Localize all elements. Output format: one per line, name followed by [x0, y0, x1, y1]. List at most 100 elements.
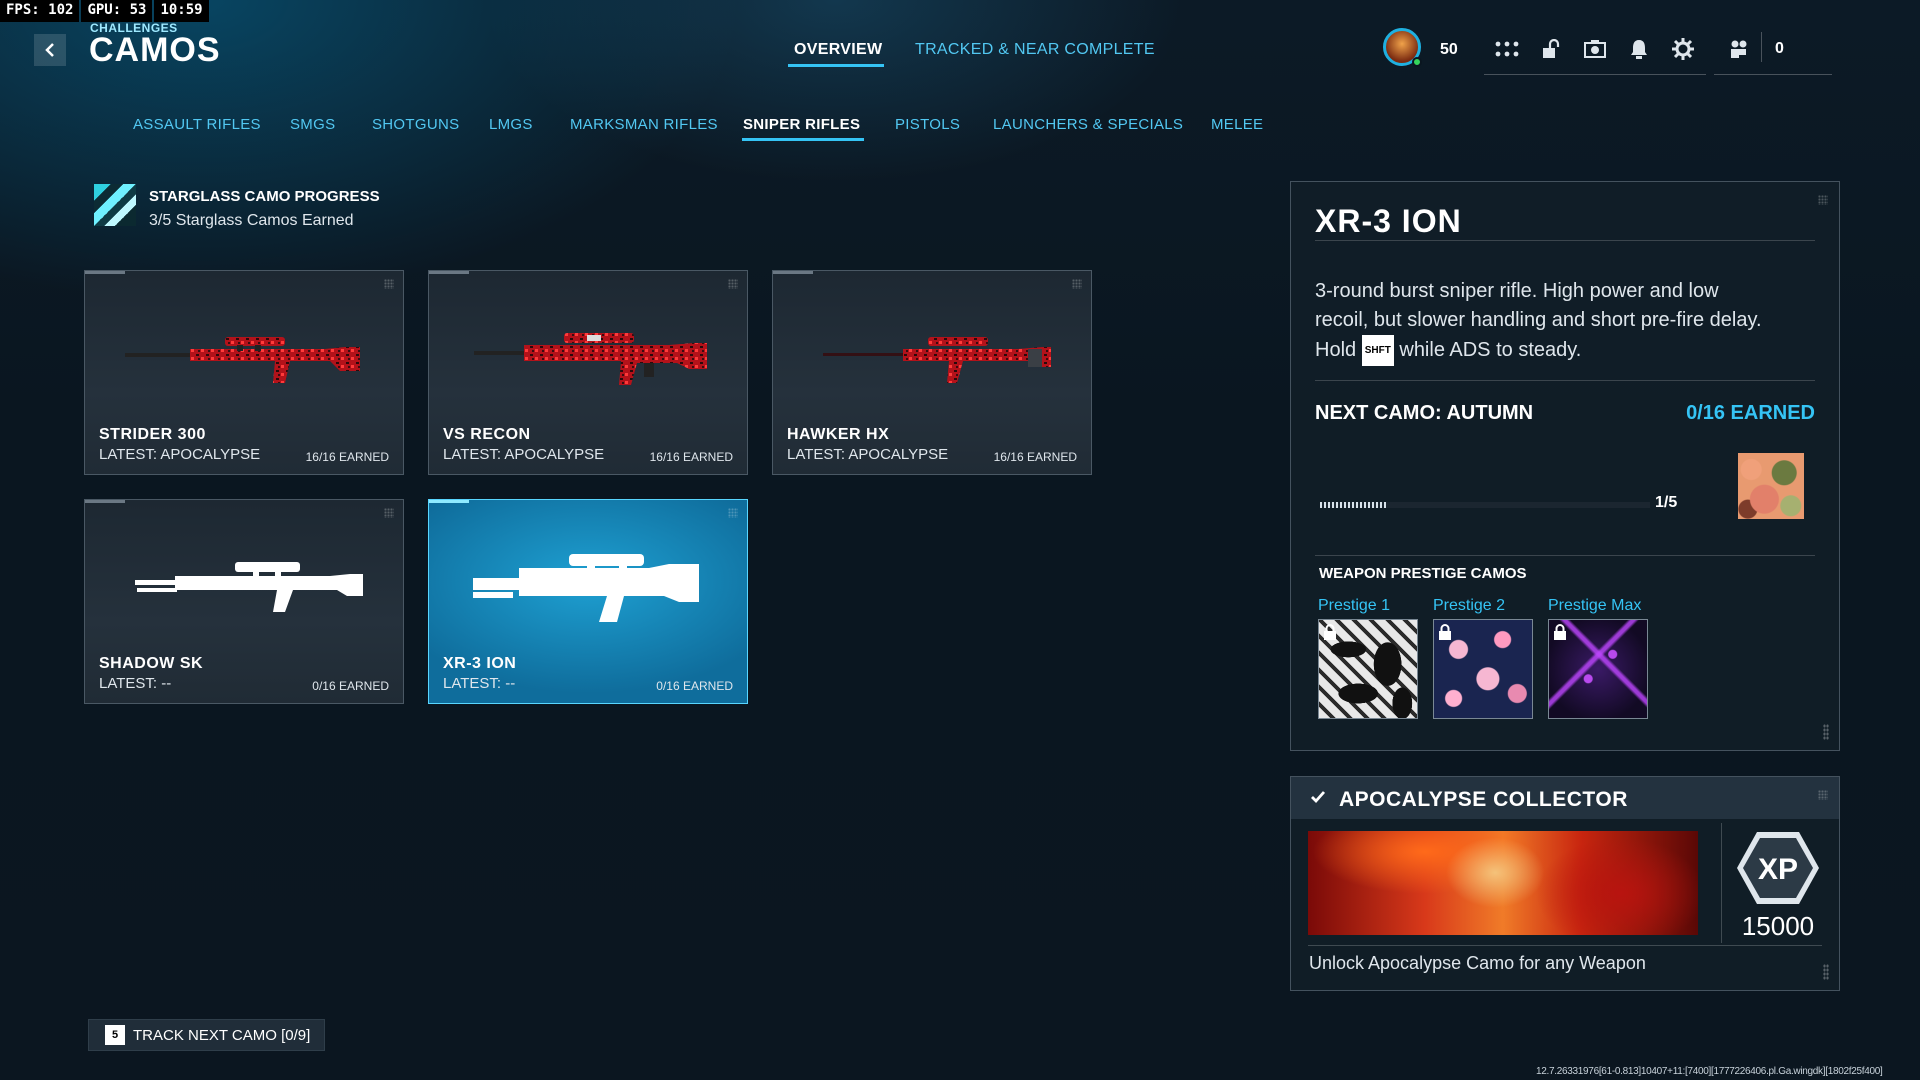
card-corner-mark: [1072, 279, 1082, 289]
unlock-icon[interactable]: [1538, 36, 1564, 62]
tab-overview[interactable]: OVERVIEW: [794, 41, 882, 59]
apps-grid-icon[interactable]: [1494, 36, 1520, 62]
weapon-name: STRIDER 300: [99, 426, 206, 443]
category-shotguns[interactable]: SHOTGUNS: [372, 116, 459, 133]
friends-underline: [1714, 74, 1832, 75]
active-tab-indicator: [788, 64, 884, 67]
detail-weapon-name: XR-3 ION: [1315, 203, 1462, 239]
weapon-latest-camo: LATEST: --: [443, 675, 516, 692]
starglass-camo-icon: [94, 184, 136, 226]
apocalypse-artwork: [1308, 831, 1698, 935]
page-title: CAMOS: [89, 31, 221, 69]
prestige-1-camo-tile[interactable]: [1318, 619, 1418, 719]
weapon-name: XR-3 ION: [443, 655, 517, 672]
tab-tracked-near-complete[interactable]: TRACKED & NEAR COMPLETE: [915, 41, 1155, 59]
card-top-tick: [773, 271, 813, 274]
friends-count: 0: [1775, 40, 1784, 57]
friends-divider: [1761, 32, 1762, 62]
category-lmgs[interactable]: LMGS: [489, 116, 533, 133]
card-corner-mark: [384, 508, 394, 518]
card-corner-mark: [384, 279, 394, 289]
next-camo-earned: 0/16 EARNED: [1686, 402, 1815, 424]
shift-key-icon: SHFT: [1361, 335, 1394, 366]
panel-corner-mark: [1818, 195, 1828, 205]
weapon-earned-count: 16/16 EARNED: [993, 450, 1077, 464]
weapon-card-hawker-hx[interactable]: HAWKER HX LATEST: APOCALYPSE 16/16 EARNE…: [772, 270, 1092, 475]
vs-recon-rifle-image: [474, 333, 707, 385]
panel-resize-grip: [1823, 724, 1829, 740]
panel-resize-grip: [1823, 964, 1829, 980]
card-top-tick: [85, 271, 125, 274]
performance-overlay: FPS: 102 GPU: 53 10:59: [0, 0, 209, 22]
weapon-latest-camo: LATEST: APOCALYPSE: [99, 446, 261, 463]
weapon-card-xr-3-ion[interactable]: XR-3 ION LATEST: -- 0/16 EARNED: [428, 499, 748, 704]
track-next-camo-label: TRACK NEXT CAMO [0/9]: [133, 1026, 311, 1044]
gpu-readout: GPU: 53: [81, 0, 153, 22]
category-pistols[interactable]: PISTOLS: [895, 116, 960, 133]
card-corner-mark: [728, 279, 738, 289]
next-camo-label: NEXT CAMO: AUTUMN: [1315, 402, 1534, 424]
challenge-divider: [1308, 945, 1822, 946]
checkmark-icon: [1311, 791, 1326, 804]
challenge-title: APOCALYPSE COLLECTOR: [1339, 788, 1628, 811]
xr-3-ion-rifle-silhouette: [473, 554, 699, 622]
build-info: 12.7.26331976[61-0.813]10407+11:[7400][1…: [1536, 1066, 1883, 1077]
weapon-name: VS RECON: [443, 426, 531, 443]
category-melee[interactable]: MELEE: [1211, 116, 1263, 133]
lock-icon: [1324, 624, 1336, 640]
clock-readout: 10:59: [154, 0, 209, 22]
lock-icon: [1439, 624, 1451, 640]
weapon-latest-camo: LATEST: APOCALYPSE: [443, 446, 605, 463]
autumn-camo-swatch[interactable]: [1738, 453, 1804, 519]
bell-icon[interactable]: [1626, 36, 1652, 62]
strider-300-rifle-image: [125, 337, 360, 383]
category-launchers-specials[interactable]: LAUNCHERS & SPECIALS: [993, 116, 1183, 133]
weapon-card-strider-300[interactable]: STRIDER 300 LATEST: APOCALYPSE 16/16 EAR…: [84, 270, 404, 475]
panel-corner-mark: [1818, 790, 1828, 800]
prestige-max-camo-tile[interactable]: [1548, 619, 1648, 719]
player-level: 50: [1440, 41, 1458, 58]
category-sniper-rifles[interactable]: SNIPER RIFLES: [743, 116, 860, 133]
weapon-earned-count: 0/16 EARNED: [656, 679, 733, 693]
card-corner-mark: [728, 508, 738, 518]
weapon-card-vs-recon[interactable]: VS RECON LATEST: APOCALYPSE 16/16 EARNED: [428, 270, 748, 475]
track-next-camo-button[interactable]: 5 TRACK NEXT CAMO [0/9]: [88, 1019, 326, 1051]
xp-reward-amount: 15000: [1741, 911, 1815, 941]
toolbar-divider: [1484, 74, 1706, 75]
friends-icon[interactable]: [1726, 36, 1752, 62]
detail-divider: [1315, 555, 1815, 556]
prestige-max-label: Prestige Max: [1548, 597, 1642, 614]
detail-divider: [1315, 240, 1815, 241]
card-top-tick: [429, 500, 469, 503]
detail-divider: [1315, 380, 1815, 381]
card-top-tick: [85, 500, 125, 503]
weapon-card-shadow-sk[interactable]: SHADOW SK LATEST: -- 0/16 EARNED: [84, 499, 404, 704]
camera-icon[interactable]: [1582, 36, 1608, 62]
weapon-earned-count: 16/16 EARNED: [305, 450, 389, 464]
prestige-2-label: Prestige 2: [1433, 597, 1506, 614]
xp-badge-text: XP: [1758, 853, 1798, 886]
active-category-indicator: [742, 138, 864, 141]
key-5-icon: 5: [105, 1025, 125, 1045]
weapon-latest-camo: LATEST: APOCALYPSE: [787, 446, 949, 463]
weapon-name: HAWKER HX: [787, 426, 890, 443]
weapon-name: SHADOW SK: [99, 655, 204, 672]
hawker-hx-rifle-image: [823, 337, 1051, 383]
weapon-description: 3-round burst sniper rifle. High power a…: [1315, 277, 1775, 366]
chevron-left-icon: [45, 43, 54, 57]
category-marksman-rifles[interactable]: MARKSMAN RIFLES: [570, 116, 718, 133]
starglass-progress-subtitle: 3/5 Starglass Camos Earned: [149, 212, 354, 229]
description-text-end: while ADS to steady.: [1393, 339, 1582, 361]
gear-icon[interactable]: [1670, 36, 1696, 62]
camo-progress-fill: [1320, 502, 1386, 508]
back-button[interactable]: [34, 34, 66, 66]
fps-readout: FPS: 102: [0, 0, 80, 22]
category-smgs[interactable]: SMGS: [290, 116, 335, 133]
prestige-section-title: WEAPON PRESTIGE CAMOS: [1319, 565, 1527, 582]
prestige-2-camo-tile[interactable]: [1433, 619, 1533, 719]
starglass-progress-title: STARGLASS CAMO PROGRESS: [149, 188, 380, 205]
xp-badge-icon: XP: [1737, 832, 1819, 904]
challenge-description: Unlock Apocalypse Camo for any Weapon: [1309, 953, 1646, 973]
weapon-latest-camo: LATEST: --: [99, 675, 172, 692]
category-assault-rifles[interactable]: ASSAULT RIFLES: [133, 116, 261, 133]
